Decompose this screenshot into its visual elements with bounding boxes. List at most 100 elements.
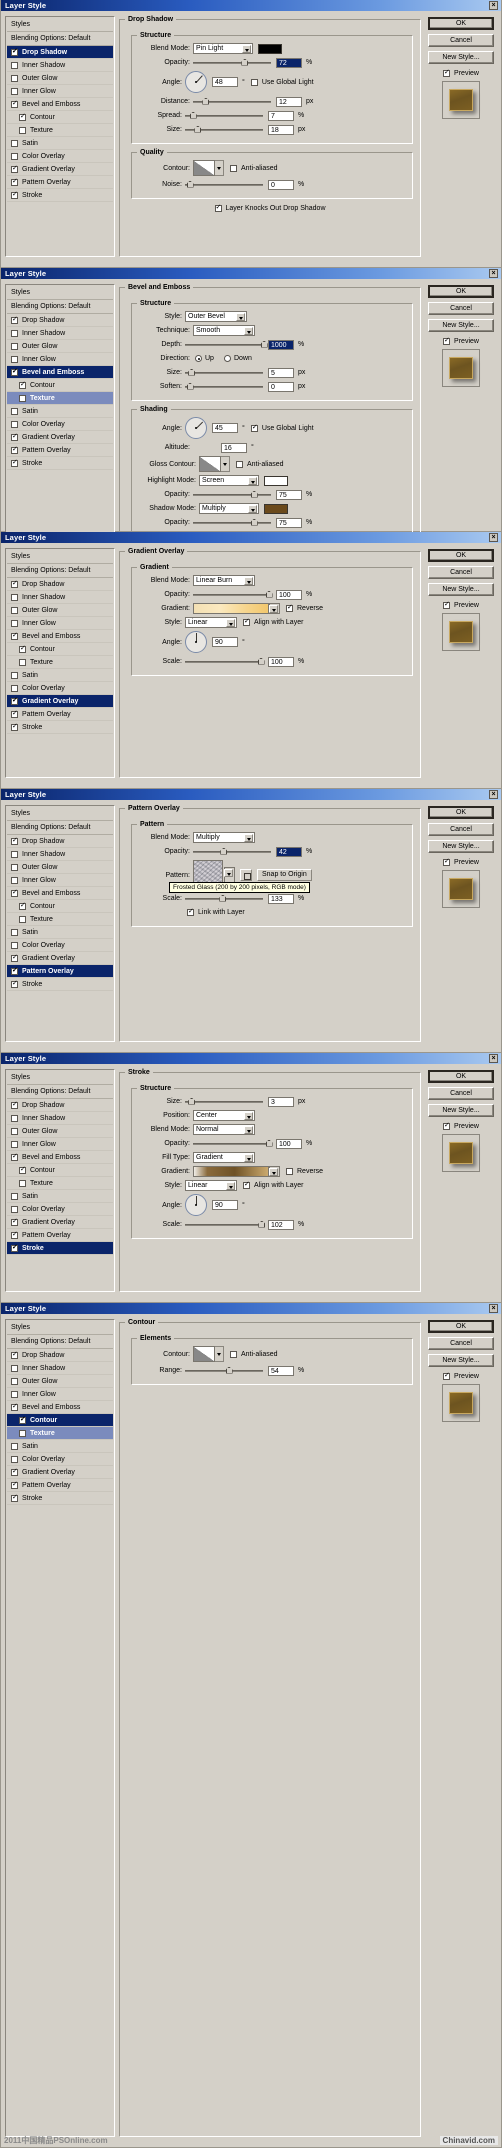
sidebar-item-texture[interactable]: Texture: [7, 913, 113, 926]
checkbox-group[interactable]: Use Global Light: [250, 78, 314, 86]
close-icon[interactable]: ×: [489, 269, 498, 278]
checkbox-contour[interactable]: [19, 380, 26, 389]
checkbox-satin[interactable]: [11, 407, 18, 415]
checkbox-pattern-overlay[interactable]: [11, 177, 18, 186]
checkbox-stroke[interactable]: [11, 458, 18, 467]
checkbox-color-overlay[interactable]: [11, 1205, 18, 1213]
slider-handle[interactable]: [194, 125, 202, 133]
checkbox-inner-glow[interactable]: [11, 619, 18, 627]
angle-dial[interactable]: [185, 631, 207, 653]
numeric-input[interactable]: 90: [212, 637, 238, 647]
slider-handle[interactable]: [265, 1139, 273, 1147]
checkbox-drop-shadow[interactable]: [11, 47, 18, 56]
checkbox-inner-shadow[interactable]: [11, 1114, 18, 1122]
sidebar-item-bevel-and-emboss[interactable]: Bevel and Emboss: [7, 366, 113, 379]
checkbox-toggle[interactable]: [230, 164, 237, 172]
sidebar-item-stroke[interactable]: Stroke: [7, 1492, 113, 1505]
checkbox-satin[interactable]: [11, 1192, 18, 1200]
gradient-dropdown-arrow[interactable]: [269, 603, 280, 614]
numeric-input[interactable]: 102: [268, 1219, 294, 1230]
checkbox-texture[interactable]: [19, 1429, 26, 1437]
sidebar-item-inner-shadow[interactable]: Inner Shadow: [7, 59, 113, 72]
styles-list-header[interactable]: Styles: [7, 550, 113, 564]
slider-handle[interactable]: [260, 340, 268, 348]
sidebar-item-satin[interactable]: Satin: [7, 405, 113, 418]
checkbox-toggle[interactable]: [230, 1350, 237, 1358]
cancel-button[interactable]: Cancel: [428, 823, 494, 836]
chevron-down-icon[interactable]: [269, 605, 278, 613]
checkbox-pattern-overlay[interactable]: [11, 966, 18, 975]
checkbox-color-overlay[interactable]: [11, 941, 18, 949]
checkbox-preview[interactable]: [443, 1121, 451, 1130]
slider-track[interactable]: [193, 847, 271, 857]
blending-options-item[interactable]: Blending Options: Default: [7, 1335, 113, 1349]
numeric-input[interactable]: 18: [268, 124, 294, 135]
sidebar-item-inner-shadow[interactable]: Inner Shadow: [7, 327, 113, 340]
sidebar-item-gradient-overlay[interactable]: Gradient Overlay: [7, 1466, 113, 1479]
checkbox-bevel-and-emboss[interactable]: [11, 1152, 18, 1161]
sidebar-item-bevel-and-emboss[interactable]: Bevel and Emboss: [7, 630, 113, 643]
styles-list-header[interactable]: Styles: [7, 18, 113, 32]
ok-button[interactable]: OK: [428, 1320, 494, 1333]
styles-list-header[interactable]: Styles: [7, 1321, 113, 1335]
sidebar-item-drop-shadow[interactable]: Drop Shadow: [7, 1099, 113, 1112]
sidebar-item-color-overlay[interactable]: Color Overlay: [7, 418, 113, 431]
numeric-input[interactable]: 48: [212, 77, 238, 87]
slider-handle[interactable]: [265, 590, 273, 598]
slider-track[interactable]: [193, 97, 271, 107]
checkbox-gradient-overlay[interactable]: [11, 953, 18, 962]
checkbox-satin[interactable]: [11, 139, 18, 147]
contour-picker[interactable]: [199, 456, 230, 472]
checkbox-outer-glow[interactable]: [11, 606, 18, 614]
sidebar-item-stroke[interactable]: Stroke: [7, 721, 113, 734]
checkbox-group[interactable]: Reverse: [286, 1168, 323, 1175]
new-style-button[interactable]: New Style...: [428, 583, 494, 596]
checkbox-toggle[interactable]: [286, 603, 293, 612]
sidebar-item-outer-glow[interactable]: Outer Glow: [7, 1125, 113, 1138]
blending-options-item[interactable]: Blending Options: Default: [7, 564, 113, 578]
sidebar-item-texture[interactable]: Texture: [7, 1177, 113, 1190]
checkbox-stroke[interactable]: [11, 190, 18, 199]
numeric-input[interactable]: 0: [268, 381, 294, 392]
checkbox-bevel-and-emboss[interactable]: [11, 631, 18, 640]
dropdown-normal[interactable]: Normal: [193, 1124, 255, 1135]
chevron-down-icon[interactable]: [242, 45, 251, 53]
sidebar-item-drop-shadow[interactable]: Drop Shadow: [7, 314, 113, 327]
chevron-down-icon[interactable]: [244, 1126, 253, 1134]
sidebar-item-contour[interactable]: Contour: [7, 1414, 113, 1427]
sidebar-item-texture[interactable]: Texture: [7, 656, 113, 669]
ok-button[interactable]: OK: [428, 17, 494, 30]
sidebar-item-satin[interactable]: Satin: [7, 137, 113, 150]
checkbox-color-overlay[interactable]: [11, 152, 18, 160]
slider-track[interactable]: [185, 368, 263, 378]
blending-options-item[interactable]: Blending Options: Default: [7, 1085, 113, 1099]
sidebar-item-color-overlay[interactable]: Color Overlay: [7, 1203, 113, 1216]
color-swatch[interactable]: [264, 475, 288, 486]
checkbox-contour[interactable]: [19, 112, 26, 121]
chevron-down-icon[interactable]: [269, 1168, 278, 1176]
sidebar-item-drop-shadow[interactable]: Drop Shadow: [7, 578, 113, 591]
chevron-down-icon[interactable]: [244, 1112, 253, 1120]
checkbox-bevel-and-emboss[interactable]: [11, 99, 18, 108]
cancel-button[interactable]: Cancel: [428, 34, 494, 47]
sidebar-item-inner-glow[interactable]: Inner Glow: [7, 874, 113, 887]
sidebar-item-stroke[interactable]: Stroke: [7, 978, 113, 991]
new-style-button[interactable]: New Style...: [428, 51, 494, 64]
checkbox-drop-shadow[interactable]: [11, 1100, 18, 1109]
checkbox-stroke[interactable]: [11, 1243, 18, 1252]
close-icon[interactable]: ×: [489, 533, 498, 542]
numeric-input[interactable]: 16: [221, 442, 247, 453]
slider-track[interactable]: [193, 1139, 273, 1149]
slider-handle[interactable]: [186, 382, 194, 390]
preview-checkbox-row[interactable]: Preview: [443, 68, 479, 77]
dropdown-multiply[interactable]: Multiply: [199, 503, 259, 514]
checkbox-texture[interactable]: [19, 394, 26, 402]
slider-track[interactable]: [185, 180, 263, 190]
checkbox-texture[interactable]: [19, 1179, 26, 1187]
close-icon[interactable]: ×: [489, 1, 498, 10]
slider-handle[interactable]: [241, 58, 249, 66]
contour-dropdown-arrow[interactable]: [221, 456, 230, 472]
dropdown-multiply[interactable]: Multiply: [193, 832, 255, 843]
numeric-input[interactable]: 7: [268, 110, 294, 121]
slider-handle[interactable]: [250, 518, 258, 526]
